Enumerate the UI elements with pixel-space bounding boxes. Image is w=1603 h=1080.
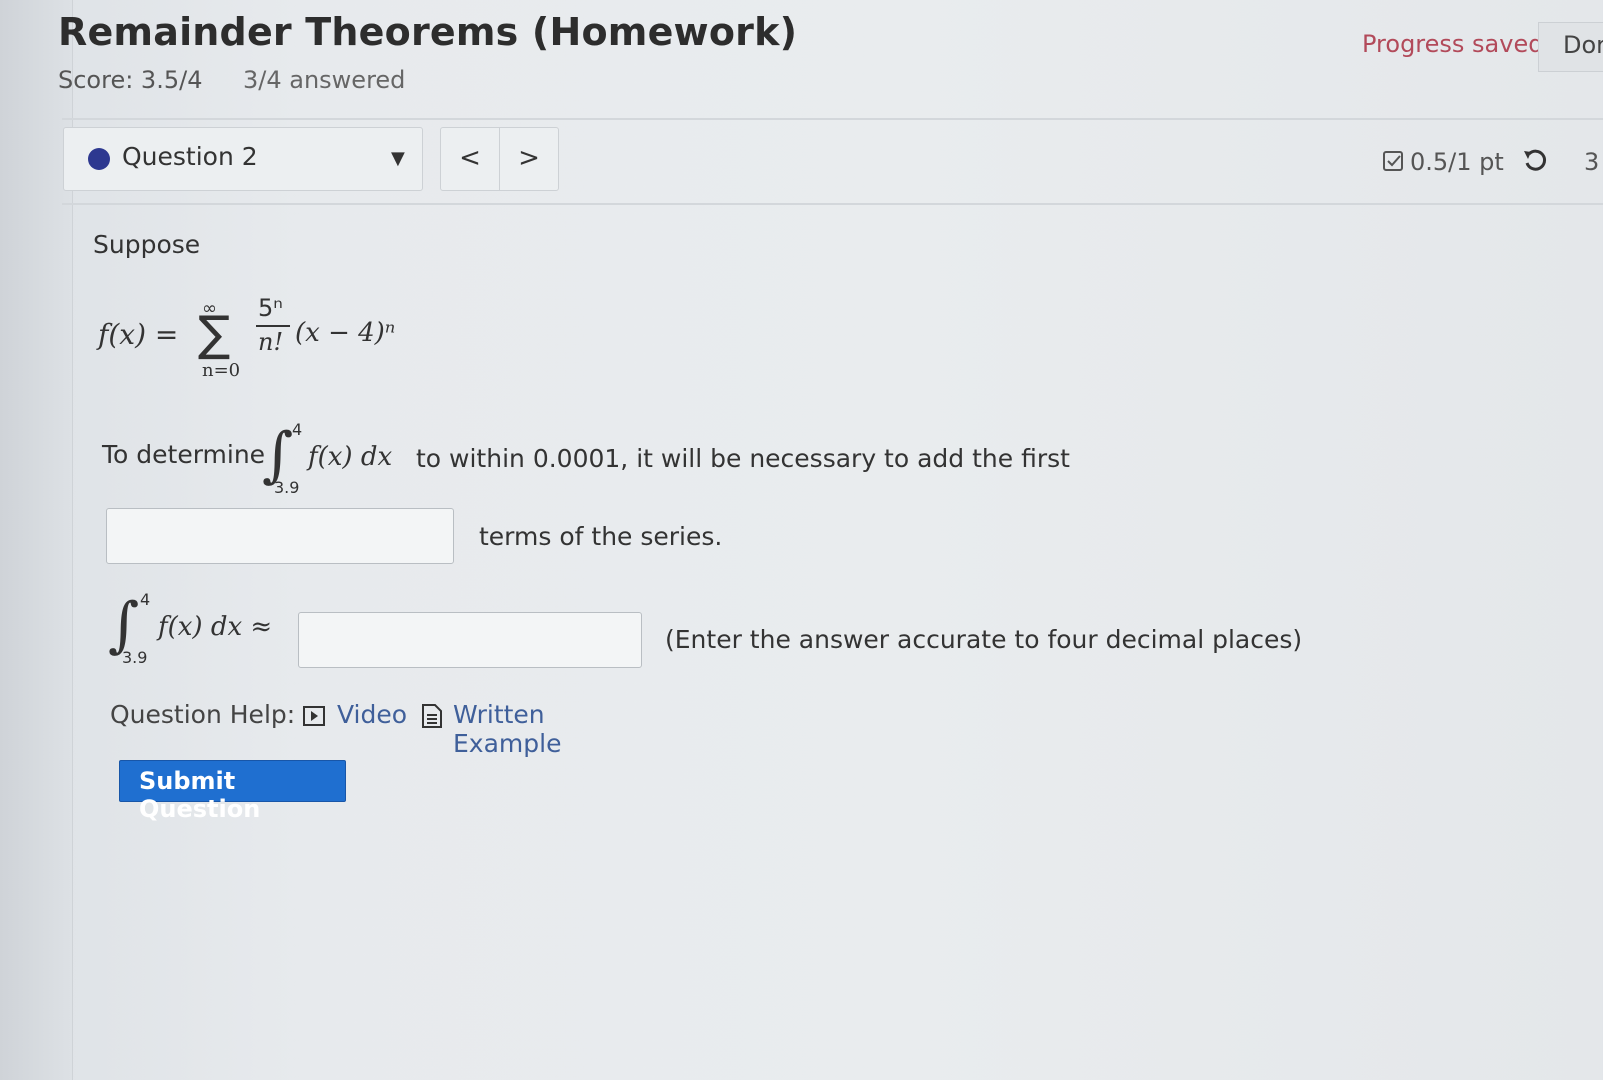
divider-top	[62, 118, 1603, 120]
integral-lower-limit-2: 3.9	[122, 648, 148, 667]
integrand: f(x) dx	[308, 442, 393, 472]
definite-integral: ∫ 4 3.9 f(x) dx	[262, 420, 417, 510]
formula-lhs: f(x) =	[98, 318, 179, 351]
sigma-symbol: ∑	[198, 306, 231, 362]
formula-tail: (x − 4)ⁿ	[295, 318, 396, 348]
answer-hint: (Enter the answer accurate to four decim…	[665, 625, 1303, 654]
fraction-bar	[256, 325, 290, 327]
progress-status: Progress saved	[1362, 30, 1544, 58]
written-example-link[interactable]: Written Example	[421, 700, 651, 758]
divider-question	[62, 203, 1603, 205]
submit-question-button[interactable]: Submit Question	[119, 760, 346, 823]
caret-down-icon: ▼	[391, 148, 405, 169]
answered-count: 3/4 answered	[243, 66, 406, 94]
question-selector[interactable]: Question 2 ▼	[63, 127, 423, 191]
series-formula: f(x) = ∞ ∑ n=0 5ⁿ n! (x − 4)ⁿ	[98, 288, 458, 398]
approx-integral: ∫ 4 3.9 f(x) dx ≈	[108, 590, 298, 680]
video-link-label: Video	[337, 700, 408, 729]
integral-lower-limit: 3.9	[274, 478, 300, 497]
points-text: 0.5/1 pt	[1410, 148, 1504, 176]
question-help-label: Question Help:	[110, 700, 296, 729]
terms-answer-input[interactable]	[106, 508, 457, 565]
next-question-button[interactable]: >	[499, 127, 559, 191]
fraction-numerator: 5ⁿ	[258, 294, 283, 322]
assignment-title: Remainder Theorems (Homework)	[58, 10, 798, 54]
retry-button[interactable]	[1522, 146, 1556, 176]
retry-icon	[1524, 149, 1547, 171]
question-dot-icon	[88, 148, 110, 170]
checkbox-score-icon	[1383, 151, 1403, 171]
video-help-link[interactable]: Video	[303, 700, 407, 730]
integral-upper-limit-2: 4	[140, 590, 151, 609]
previous-question-button[interactable]: <	[440, 127, 500, 191]
fraction-denominator: n!	[258, 328, 284, 356]
document-icon	[422, 704, 442, 728]
video-icon	[303, 706, 325, 726]
done-button[interactable]: Dor	[1538, 22, 1603, 72]
integral-answer-field[interactable]	[299, 613, 645, 669]
terms-answer-field[interactable]	[107, 509, 457, 565]
question-selector-label: Question 2	[122, 142, 258, 171]
written-example-label: Written Example	[453, 700, 562, 758]
suppose-text: Suppose	[93, 230, 201, 259]
integral-answer-input[interactable]	[298, 612, 645, 669]
question-line-text: to within 0.0001, it will be necessary t…	[416, 444, 1070, 473]
terms-text: terms of the series.	[479, 522, 723, 551]
sum-lower-limit: n=0	[202, 360, 241, 381]
approx-integrand: f(x) dx ≈	[158, 612, 273, 642]
intro-text: To determine	[102, 440, 266, 469]
score-text: Score: 3.5/4	[58, 66, 203, 94]
retry-count: 3	[1584, 148, 1600, 176]
integral-upper-limit: 4	[292, 420, 303, 439]
